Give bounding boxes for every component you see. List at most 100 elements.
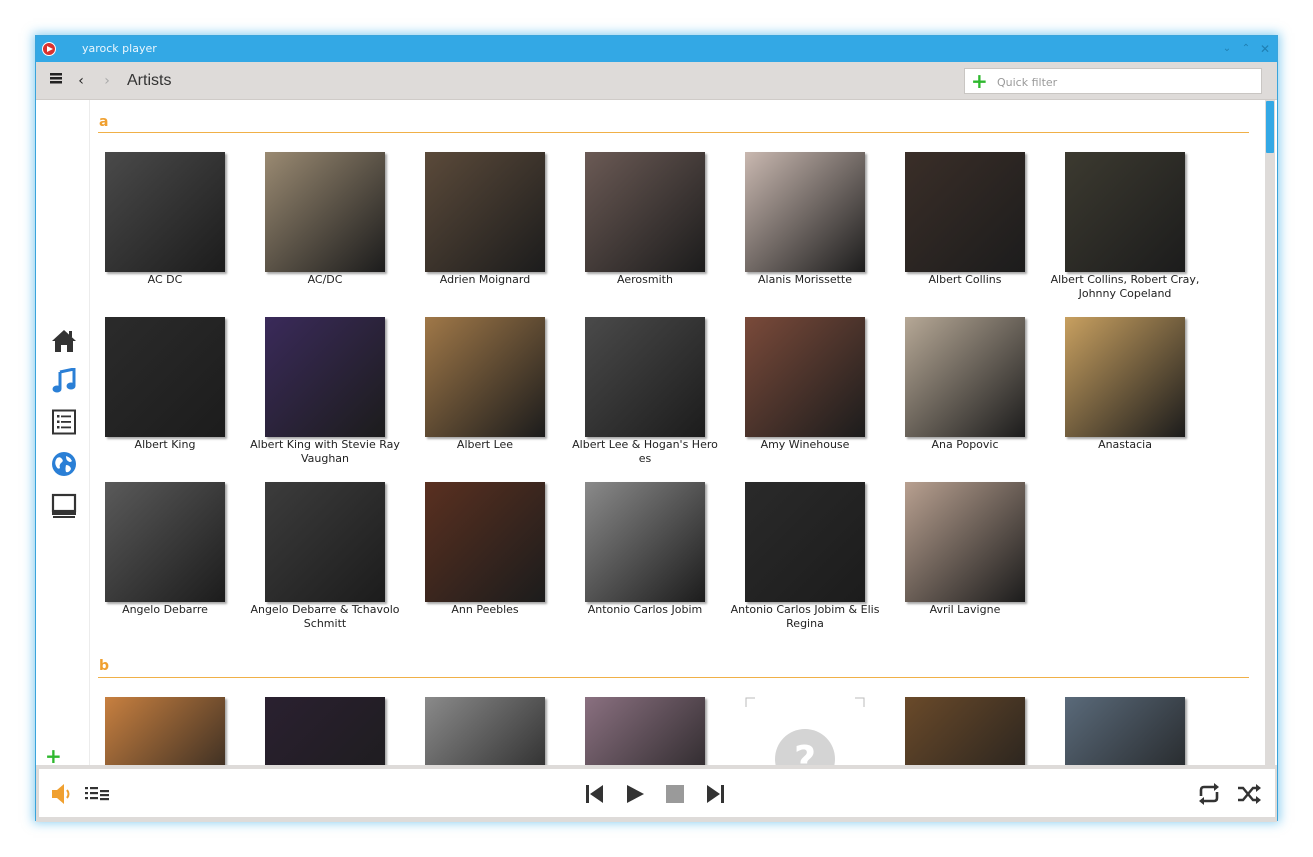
artist-tile[interactable]: Alanis Morissette [730,152,880,302]
artist-name: AC/DC [307,273,343,286]
app-window: yarock player ⌄ ⌃ ✕ ‹ › Artists + Quick … [35,35,1278,822]
quick-filter[interactable]: + [964,68,1262,94]
toolbar: ‹ › Artists + [36,62,1277,100]
music-icon[interactable] [51,367,77,394]
window-title: yarock player [82,42,157,55]
artist-tile[interactable]: Amy Winehouse [730,317,880,467]
add-icon[interactable]: + [45,746,62,766]
artist-tile[interactable]: AC/DC [250,152,400,302]
artist-tile[interactable] [570,697,720,765]
artist-tile[interactable]: ? [730,697,880,765]
artist-thumbnail[interactable] [425,152,545,272]
artist-tile[interactable] [1050,697,1200,765]
artist-thumbnail[interactable] [905,482,1025,602]
artist-name: Angelo Debarre [122,603,208,616]
artist-tile[interactable]: Antonio Carlos Jobim & Elis Regina [730,482,880,632]
artist-name: Adrien Moignard [439,273,531,286]
artist-tile[interactable] [890,697,1040,765]
minimize-icon[interactable]: ⌄ [1220,36,1234,62]
artist-tile[interactable]: Adrien Moignard [410,152,560,302]
artist-thumbnail[interactable] [105,317,225,437]
shuffle-icon[interactable] [1236,781,1262,807]
artist-tile[interactable] [250,697,400,765]
artist-tile[interactable]: Albert Collins [890,152,1040,302]
artist-thumbnail[interactable] [1065,697,1185,765]
vertical-scrollbar[interactable] [1265,100,1275,765]
artist-thumbnail[interactable] [745,482,865,602]
artist-tile[interactable] [410,697,560,765]
chevron-left-icon[interactable]: ‹ [74,71,88,91]
artist-thumbnail[interactable] [105,697,225,765]
artist-thumbnail[interactable] [745,317,865,437]
artist-name: Albert Collins, Robert Cray, Johnny Cope… [1050,273,1200,300]
section-divider [98,132,1249,133]
artist-thumbnail[interactable] [105,482,225,602]
home-icon[interactable] [51,328,77,354]
artist-thumbnail[interactable] [1065,152,1185,272]
artist-tile[interactable] [90,697,240,765]
artist-name: AC DC [147,273,183,286]
artist-tile[interactable]: Aerosmith [570,152,720,302]
artist-name: Albert Lee & Hogan's Heroes [572,438,718,465]
artist-thumbnail[interactable] [265,152,385,272]
artist-tile[interactable]: Antonio Carlos Jobim [570,482,720,632]
artist-name: Amy Winehouse [760,438,850,451]
artist-thumbnail[interactable] [1065,317,1185,437]
skip-back-icon[interactable] [582,781,608,807]
computer-icon[interactable] [51,493,77,519]
quick-filter-input[interactable] [995,72,1254,92]
artist-thumbnail[interactable] [265,697,385,765]
artist-tile[interactable]: Albert King [90,317,240,467]
artist-grid: a AC DC AC/DC Adrien Moignard Aerosmith Alan… [90,100,1265,765]
app-logo-icon [42,42,56,56]
artist-thumbnail[interactable] [745,152,865,272]
playlist-icon[interactable] [51,409,77,435]
scrollbar-thumb[interactable] [1266,101,1274,153]
artist-tile[interactable]: Albert Lee [410,317,560,467]
chevron-right-icon[interactable]: › [100,71,114,91]
artist-name: Anastacia [1098,438,1152,451]
artist-tile[interactable]: Angelo Debarre [90,482,240,632]
artist-name: Antonio Carlos Jobim [587,603,703,616]
artist-tile[interactable]: Albert Lee & Hogan's Heroes [570,317,720,467]
page-title: Artists [127,72,172,89]
play-icon[interactable] [622,781,648,807]
repeat-icon[interactable] [1196,781,1222,807]
artist-tile[interactable]: Ann Peebles [410,482,560,632]
artist-name: Avril Lavigne [929,603,1001,616]
artist-thumbnail[interactable] [905,152,1025,272]
artist-thumbnail[interactable] [425,697,545,765]
artist-tile[interactable]: Ana Popovic [890,317,1040,467]
artist-thumbnail[interactable] [425,317,545,437]
artist-thumbnail[interactable] [425,482,545,602]
artist-tile[interactable]: Avril Lavigne [890,482,1040,632]
artist-tile[interactable]: Albert King with Stevie Ray Vaughan [250,317,400,467]
artist-thumbnail[interactable] [265,482,385,602]
artist-name: Angelo Debarre & Tchavolo Schmitt [250,603,400,630]
hamburger-icon[interactable] [48,71,64,91]
artist-thumbnail[interactable] [265,317,385,437]
maximize-icon[interactable]: ⌃ [1239,36,1253,62]
artist-thumbnail[interactable] [585,152,705,272]
artist-thumbnail[interactable] [585,697,705,765]
artist-thumbnail[interactable] [105,152,225,272]
artist-tile[interactable]: AC DC [90,152,240,302]
close-icon[interactable]: ✕ [1258,36,1272,62]
svg-text:?: ? [794,738,816,765]
artist-name: Ann Peebles [451,603,519,616]
artist-tile[interactable]: Angelo Debarre & Tchavolo Schmitt [250,482,400,632]
artist-name: Albert Lee [456,438,514,451]
artist-tile[interactable]: Anastacia [1050,317,1200,467]
speaker-icon[interactable] [49,781,75,807]
globe-icon[interactable] [51,451,77,477]
artist-name: Albert King [134,438,196,451]
artist-thumbnail[interactable] [585,482,705,602]
playqueue-icon[interactable] [84,781,110,807]
unknown-artist-placeholder[interactable]: ? [745,697,865,765]
skip-forward-icon[interactable] [702,781,728,807]
artist-thumbnail[interactable] [585,317,705,437]
artist-tile[interactable]: Albert Collins, Robert Cray, Johnny Cope… [1050,152,1200,302]
artist-thumbnail[interactable] [905,697,1025,765]
stop-icon[interactable] [662,781,688,807]
artist-thumbnail[interactable] [905,317,1025,437]
